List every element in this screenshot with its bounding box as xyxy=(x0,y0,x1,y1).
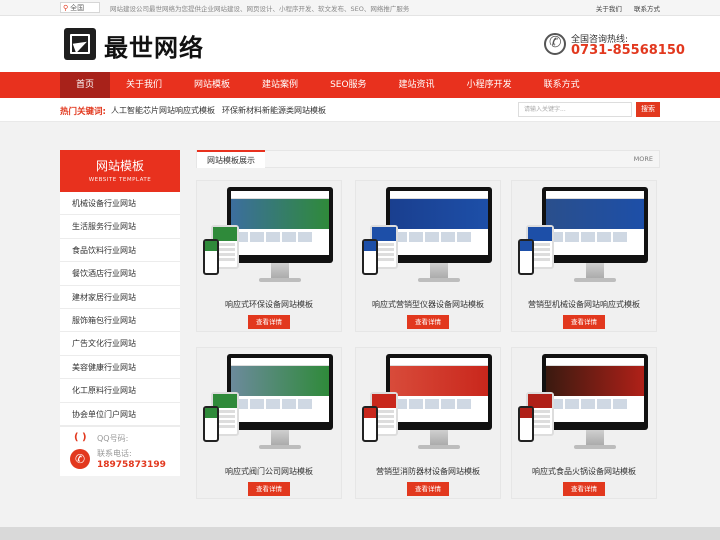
phone-mockup xyxy=(362,406,378,442)
preview-banner xyxy=(390,366,488,396)
sidebar-item-life-service[interactable]: 生活服务行业网站 xyxy=(60,215,180,239)
preview-banner xyxy=(231,199,329,229)
sidebar-item-building-home[interactable]: 建材家居行业网站 xyxy=(60,286,180,309)
logo-text[interactable]: 最世网络 xyxy=(104,28,204,63)
location-selector[interactable]: ⚲ 全国 xyxy=(60,2,100,13)
main-nav: 首页 关于我们 网站模板 建站案例 SEO服务 建站资讯 小程序开发 联系方式 xyxy=(0,72,720,98)
hot-keywords-label: 热门关键词: xyxy=(60,107,106,117)
more-link[interactable]: MORE xyxy=(634,155,653,163)
sidebar-item-catering-hotel[interactable]: 餐饮酒店行业网站 xyxy=(60,262,180,286)
template-caption[interactable]: 营销型消防器材设备网站模板 xyxy=(356,466,500,477)
nav-item-templates[interactable]: 网站模板 xyxy=(178,72,246,98)
view-details-button[interactable]: 查看详情 xyxy=(248,315,290,329)
nav-item-home[interactable]: 首页 xyxy=(60,72,111,98)
nav-item-miniprogram[interactable]: 小程序开发 xyxy=(451,72,528,98)
view-details-button[interactable]: 查看详情 xyxy=(563,315,605,329)
template-preview-image[interactable] xyxy=(362,185,496,295)
template-showcase: 网站模板展示 MORE xyxy=(196,150,660,168)
template-preview-image[interactable] xyxy=(203,352,337,462)
template-card[interactable]: 响应式营销型仪器设备网站模板 查看详情 xyxy=(355,180,501,332)
site-header: 最世网络 全国咨询热线: 0731-85568150 xyxy=(0,16,720,72)
sidebar: 网站模板 WEBSITE TEMPLATE 机械设备行业网站 生活服务行业网站 … xyxy=(60,150,180,476)
sidebar-item-chemical[interactable]: 化工原料行业网站 xyxy=(60,379,180,403)
nav-item-cases[interactable]: 建站案例 xyxy=(246,72,314,98)
footer-strip xyxy=(0,527,720,540)
phone-hotline-icon xyxy=(544,33,566,55)
view-details-button[interactable]: 查看详情 xyxy=(407,315,449,329)
template-caption[interactable]: 响应式环保设备网站模板 xyxy=(197,299,341,310)
template-card[interactable]: 响应式阀门公司网站模板 查看详情 xyxy=(196,347,342,499)
top-bar: ⚲ 全国 网站建设公司最世网络为您提供企业网站建设、网页设计、小程序开发、软文发布… xyxy=(0,0,720,16)
preview-banner xyxy=(231,366,329,396)
template-preview-image[interactable] xyxy=(518,185,652,295)
top-link-contact[interactable]: 联系方式 xyxy=(634,5,660,13)
phone-mockup xyxy=(518,239,534,275)
location-pin-icon: ⚲ xyxy=(63,4,69,12)
sidebar-item-apparel-bags[interactable]: 服饰箱包行业网站 xyxy=(60,309,180,333)
monitor-mockup xyxy=(542,354,648,430)
sidebar-title: 网站模板 xyxy=(95,159,144,173)
sidebar-item-beauty-health[interactable]: 美容健康行业网站 xyxy=(60,356,180,380)
hot-keyword-link[interactable]: 人工智能芯片网站响应式模板 xyxy=(111,105,215,116)
monitor-mockup xyxy=(386,354,492,430)
hot-keywords-bar: 热门关键词: 人工智能芯片网站响应式模板 环保新材料新能源类网站模板 请输入关键… xyxy=(0,98,720,122)
search-button[interactable]: 搜索 xyxy=(636,102,660,117)
template-preview-image[interactable] xyxy=(518,352,652,462)
template-preview-image[interactable] xyxy=(203,185,337,295)
template-card[interactable]: 响应式食品火锅设备网站模板 查看详情 xyxy=(511,347,657,499)
phone-mockup xyxy=(203,406,219,442)
sidebar-list: 机械设备行业网站 生活服务行业网站 食品饮料行业网站 餐饮酒店行业网站 建材家居… xyxy=(60,192,180,426)
monitor-mockup xyxy=(227,187,333,263)
preview-banner xyxy=(390,199,488,229)
showcase-title: 网站模板展示 xyxy=(197,150,265,168)
search-input[interactable]: 请输入关键字... xyxy=(518,102,632,117)
monitor-mockup xyxy=(542,187,648,263)
nav-item-contact[interactable]: 联系方式 xyxy=(528,72,596,98)
sidebar-header: 网站模板 WEBSITE TEMPLATE xyxy=(60,150,180,192)
monitor-mockup xyxy=(386,187,492,263)
nav-item-seo[interactable]: SEO服务 xyxy=(314,72,382,98)
top-link-about[interactable]: 关于我们 xyxy=(596,5,622,13)
template-preview-image[interactable] xyxy=(362,352,496,462)
hot-keyword-link[interactable]: 环保新材料新能源类网站模板 xyxy=(222,105,326,116)
template-caption[interactable]: 响应式营销型仪器设备网站模板 xyxy=(356,299,500,310)
template-card[interactable]: 营销型机械设备网站响应式模板 查看详情 xyxy=(511,180,657,332)
showcase-header: 网站模板展示 MORE xyxy=(196,150,660,168)
preview-banner xyxy=(546,199,644,229)
telephone-icon: ✆ xyxy=(70,448,90,469)
template-caption[interactable]: 响应式阀门公司网站模板 xyxy=(197,466,341,477)
sidebar-item-food-beverage[interactable]: 食品饮料行业网站 xyxy=(60,239,180,263)
template-caption[interactable]: 响应式食品火锅设备网站模板 xyxy=(512,466,656,477)
qq-label: QQ号码: xyxy=(97,433,129,443)
qq-icon: ( ) xyxy=(74,431,87,443)
view-details-button[interactable]: 查看详情 xyxy=(248,482,290,496)
site-tagline: 网站建设公司最世网络为您提供企业网站建设、网页设计、小程序开发、软文发布、SEO… xyxy=(110,5,410,13)
template-caption[interactable]: 营销型机械设备网站响应式模板 xyxy=(512,299,656,310)
phone-mockup xyxy=(362,239,378,275)
nav-item-about[interactable]: 关于我们 xyxy=(110,72,178,98)
sidebar-contact: ( ) QQ号码: ✆ 联系电话: 18975873199 xyxy=(60,425,180,476)
location-label: 全国 xyxy=(70,4,85,12)
template-card[interactable]: 营销型消防器材设备网站模板 查看详情 xyxy=(355,347,501,499)
sidebar-item-advertising-culture[interactable]: 广告文化行业网站 xyxy=(60,332,180,356)
nav-item-news[interactable]: 建站资讯 xyxy=(383,72,451,98)
hotline-number: 0731-85568150 xyxy=(571,43,685,58)
tel-label: 联系电话: xyxy=(97,448,132,458)
tel-number: 18975873199 xyxy=(97,459,166,470)
sidebar-item-association[interactable]: 协会单位门户网站 xyxy=(60,403,180,426)
view-details-button[interactable]: 查看详情 xyxy=(407,482,449,496)
view-details-button[interactable]: 查看详情 xyxy=(563,482,605,496)
logo-mark-icon[interactable] xyxy=(64,28,96,60)
top-links: 关于我们 联系方式 xyxy=(586,3,660,13)
phone-mockup xyxy=(203,239,219,275)
sidebar-item-machinery[interactable]: 机械设备行业网站 xyxy=(60,192,180,216)
phone-mockup xyxy=(518,406,534,442)
monitor-mockup xyxy=(227,354,333,430)
sidebar-subtitle: WEBSITE TEMPLATE xyxy=(88,177,152,183)
template-card[interactable]: 响应式环保设备网站模板 查看详情 xyxy=(196,180,342,332)
preview-banner xyxy=(546,366,644,396)
